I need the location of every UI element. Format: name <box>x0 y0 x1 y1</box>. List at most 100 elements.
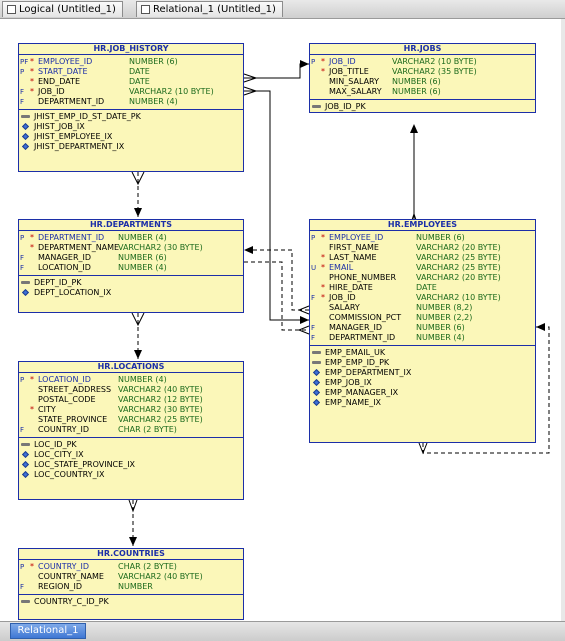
required-marker: * <box>30 243 34 252</box>
index-name: DEPT_LOCATION_IX <box>34 288 112 297</box>
index-row[interactable]: JHIST_JOB_IX <box>19 122 243 132</box>
column-name: HIRE_DATE <box>329 283 373 292</box>
column-row[interactable]: F LOCATION_ID NUMBER (4) <box>19 263 243 273</box>
arrowhead-icon <box>134 350 142 359</box>
column-row[interactable]: * HIRE_DATE DATE <box>310 283 535 293</box>
column-row[interactable]: * DEPARTMENT_NAME VARCHAR2 (30 BYTE) <box>19 243 243 253</box>
column-row[interactable]: F COUNTRY_ID CHAR (2 BYTE) <box>19 425 243 435</box>
column-name: LOCATION_ID <box>38 263 91 272</box>
index-name: EMP_MANAGER_IX <box>325 388 399 397</box>
column-name: LAST_NAME <box>329 253 377 262</box>
column-row[interactable]: P * EMPLOYEE_ID NUMBER (6) <box>310 233 535 243</box>
column-row[interactable]: * JOB_TITLE VARCHAR2 (35 BYTE) <box>310 67 535 77</box>
index-row[interactable]: EMP_DEPARTMENT_IX <box>310 368 535 378</box>
table-title: HR.JOB_HISTORY <box>19 44 243 55</box>
column-row[interactable]: U * EMAIL VARCHAR2 (25 BYTE) <box>310 263 535 273</box>
index-row[interactable]: DEPT_ID_PK <box>19 278 243 288</box>
column-row[interactable]: COUNTRY_NAME VARCHAR2 (40 BYTE) <box>19 572 243 582</box>
column-row[interactable]: SALARY NUMBER (8,2) <box>310 303 535 313</box>
required-marker: * <box>321 293 325 302</box>
fk-jhist-jobs-line[interactable] <box>244 63 309 79</box>
column-name: MANAGER_ID <box>38 253 92 262</box>
column-row[interactable]: P * JOB_ID VARCHAR2 (10 BYTE) <box>310 57 535 67</box>
column-row[interactable]: F MANAGER_ID NUMBER (6) <box>310 323 535 333</box>
column-type: NUMBER (6) <box>129 57 178 66</box>
index-row[interactable]: EMP_JOB_IX <box>310 378 535 388</box>
index-row[interactable]: COUNTRY_C_ID_PK <box>19 597 243 607</box>
column-row[interactable]: STREET_ADDRESS VARCHAR2 (40 BYTE) <box>19 385 243 395</box>
column-name: FIRST_NAME <box>329 243 379 252</box>
column-type: DATE <box>129 77 150 86</box>
column-type: NUMBER (6) <box>416 323 465 332</box>
index-row[interactable]: JHIST_EMP_ID_ST_DATE_PK <box>19 112 243 122</box>
index-row[interactable]: LOC_CITY_IX <box>19 450 243 460</box>
column-row[interactable]: MAX_SALARY NUMBER (6) <box>310 87 535 97</box>
column-key-flag: F <box>311 334 316 342</box>
arrowhead-icon <box>410 124 418 133</box>
column-row[interactable]: F * JOB_ID VARCHAR2 (10 BYTE) <box>310 293 535 303</box>
index-list: COUNTRY_C_ID_PK <box>19 595 243 609</box>
column-name: COUNTRY_NAME <box>38 572 104 581</box>
index-row[interactable]: EMP_EMAIL_UK <box>310 348 535 358</box>
column-name: START_DATE <box>38 67 88 76</box>
index-name: JHIST_EMPLOYEE_IX <box>34 132 113 141</box>
tab-relational-model[interactable]: Relational_1 <box>10 623 86 639</box>
column-key-flag: F <box>20 88 25 96</box>
column-row[interactable]: F DEPARTMENT_ID NUMBER (4) <box>19 97 243 107</box>
column-row[interactable]: STATE_PROVINCE VARCHAR2 (25 BYTE) <box>19 415 243 425</box>
table-countries[interactable]: HR.COUNTRIES P * COUNTRY_ID CHAR (2 BYTE) COU… <box>18 548 244 620</box>
table-job-history[interactable]: HR.JOB_HISTORY PF * EMPLOYEE_ID NUMBER (6) P *… <box>18 43 244 172</box>
column-row[interactable]: P * LOCATION_ID NUMBER (4) <box>19 375 243 385</box>
required-marker: * <box>30 562 34 571</box>
arrowhead-icon <box>134 208 142 217</box>
table-locations[interactable]: HR.LOCATIONS P * LOCATION_ID NUMBER (4) STREE… <box>18 361 244 500</box>
index-row[interactable]: LOC_ID_PK <box>19 440 243 450</box>
key-icon <box>21 115 30 118</box>
arrowhead-icon <box>129 537 137 546</box>
index-row[interactable]: LOC_STATE_PROVINCE_IX <box>19 460 243 470</box>
index-row[interactable]: DEPT_LOCATION_IX <box>19 288 243 298</box>
fk-employees-departments-line[interactable] <box>244 249 309 311</box>
column-row[interactable]: FIRST_NAME VARCHAR2 (20 BYTE) <box>310 243 535 253</box>
column-type: VARCHAR2 (40 BYTE) <box>118 572 203 581</box>
column-row[interactable]: PHONE_NUMBER VARCHAR2 (20 BYTE) <box>310 273 535 283</box>
column-list: P * JOB_ID VARCHAR2 (10 BYTE) * JOB_TITLE VARC… <box>310 55 535 100</box>
column-row[interactable]: F * JOB_ID VARCHAR2 (10 BYTE) <box>19 87 243 97</box>
column-type: NUMBER (4) <box>118 375 167 384</box>
index-name: EMP_NAME_IX <box>325 398 382 407</box>
column-type: VARCHAR2 (25 BYTE) <box>416 263 501 272</box>
index-row[interactable]: EMP_NAME_IX <box>310 398 535 408</box>
column-row[interactable]: MIN_SALARY NUMBER (6) <box>310 77 535 87</box>
column-row[interactable]: P * COUNTRY_ID CHAR (2 BYTE) <box>19 562 243 572</box>
fk-jhist-employees-line[interactable] <box>244 90 309 321</box>
column-row[interactable]: * END_DATE DATE <box>19 77 243 87</box>
index-row[interactable]: EMP_MANAGER_IX <box>310 388 535 398</box>
index-diamond-icon <box>21 132 30 141</box>
index-row[interactable]: JHIST_DEPARTMENT_IX <box>19 142 243 152</box>
index-row[interactable]: LOC_COUNTRY_IX <box>19 470 243 480</box>
index-row[interactable]: JHIST_EMPLOYEE_IX <box>19 132 243 142</box>
table-employees[interactable]: HR.EMPLOYEES P * EMPLOYEE_ID NUMBER (6) FIRST… <box>309 219 536 443</box>
column-row[interactable]: F REGION_ID NUMBER <box>19 582 243 592</box>
table-jobs[interactable]: HR.JOBS P * JOB_ID VARCHAR2 (10 BYTE) * JOB_TI… <box>309 43 536 113</box>
index-row[interactable]: JOB_ID_PK <box>310 102 535 112</box>
column-name: JOB_ID <box>38 87 65 96</box>
column-row[interactable]: PF * EMPLOYEE_ID NUMBER (6) <box>19 57 243 67</box>
column-type: VARCHAR2 (10 BYTE) <box>129 87 214 96</box>
column-row[interactable]: POSTAL_CODE VARCHAR2 (12 BYTE) <box>19 395 243 405</box>
arrowhead-icon <box>244 246 253 254</box>
column-name: JOB_TITLE <box>329 67 369 76</box>
column-row[interactable]: * LAST_NAME VARCHAR2 (25 BYTE) <box>310 253 535 263</box>
column-row[interactable]: COMMISSION_PCT NUMBER (2,2) <box>310 313 535 323</box>
column-row[interactable]: F DEPARTMENT_ID NUMBER (4) <box>310 333 535 343</box>
column-row[interactable]: F MANAGER_ID NUMBER (6) <box>19 253 243 263</box>
column-row[interactable]: * CITY VARCHAR2 (30 BYTE) <box>19 405 243 415</box>
index-row[interactable]: EMP_EMP_ID_PK <box>310 358 535 368</box>
table-departments[interactable]: HR.DEPARTMENTS P * DEPARTMENT_ID NUMBER (4) *… <box>18 219 244 313</box>
column-row[interactable]: P * START_DATE DATE <box>19 67 243 77</box>
column-type: NUMBER (8,2) <box>416 303 473 312</box>
index-name: EMP_EMAIL_UK <box>325 348 386 357</box>
column-row[interactable]: P * DEPARTMENT_ID NUMBER (4) <box>19 233 243 243</box>
column-type: NUMBER (6) <box>118 253 167 262</box>
required-marker: * <box>321 67 325 76</box>
